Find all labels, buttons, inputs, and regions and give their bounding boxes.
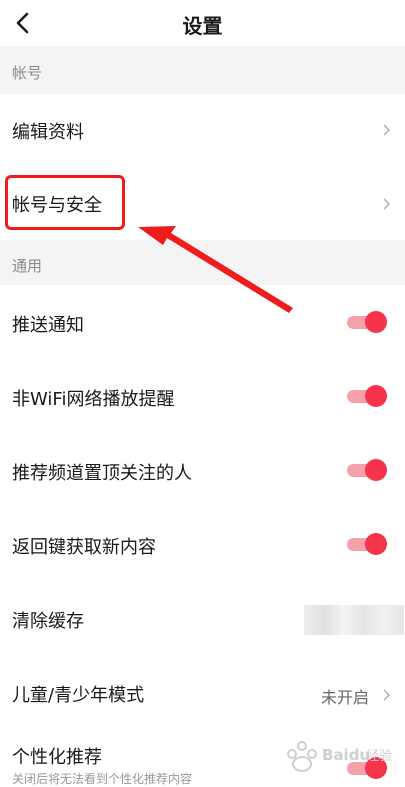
baidu-watermark-logo: Baidu 经验 bbox=[287, 741, 392, 772]
svg-text:经验: 经验 bbox=[366, 748, 392, 764]
annotation-arrow-icon bbox=[138, 226, 293, 313]
svg-text:Baidu: Baidu bbox=[322, 746, 370, 764]
